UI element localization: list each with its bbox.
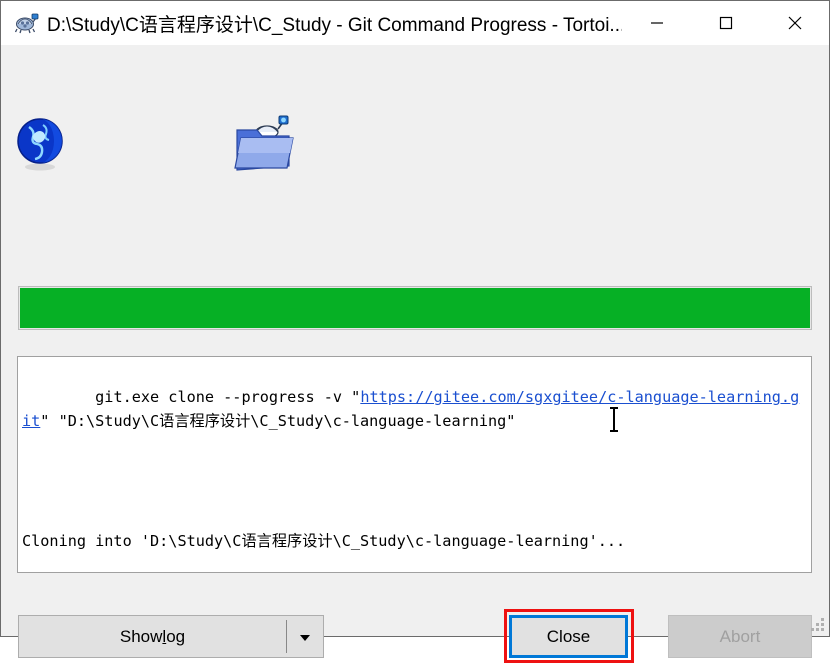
progress-bar-fill bbox=[20, 288, 810, 328]
log-line-command-prefix: git.exe clone --progress -v " bbox=[95, 388, 361, 406]
maximize-button[interactable] bbox=[691, 1, 760, 45]
log-line-blank-1 bbox=[22, 457, 808, 481]
window-controls bbox=[622, 1, 829, 45]
close-window-button[interactable] bbox=[760, 1, 829, 45]
log-output-panel[interactable]: git.exe clone --progress -v "https://git… bbox=[17, 356, 812, 573]
log-line-cloning-into: Cloning into 'D:\Study\C语言程序设计\C_Study\c… bbox=[22, 532, 626, 550]
progress-bar bbox=[18, 286, 812, 330]
title-bar[interactable]: D:\Study\C语言程序设计\C_Study - Git Command P… bbox=[1, 1, 829, 45]
text-cursor-icon bbox=[610, 407, 618, 432]
resize-grip[interactable] bbox=[811, 618, 825, 632]
minimize-icon bbox=[650, 22, 663, 24]
globe-icon bbox=[17, 117, 64, 173]
maximize-icon bbox=[719, 16, 732, 30]
minimize-button[interactable] bbox=[622, 1, 691, 45]
log-line-command-suffix: " "D:\Study\C语言程序设计\C_Study\c-language-l… bbox=[40, 412, 516, 430]
close-icon bbox=[788, 16, 801, 30]
dialog-body: git.exe clone --progress -v "https://git… bbox=[1, 45, 829, 663]
log-output-text: git.exe clone --progress -v "https://git… bbox=[22, 361, 808, 572]
git-command-progress-window: D:\Study\C语言程序设计\C_Study - Git Command P… bbox=[0, 0, 830, 663]
tortoisegit-turtle-icon bbox=[13, 10, 39, 36]
folder-with-turtle-icon bbox=[231, 110, 297, 176]
window-title: D:\Study\C语言程序设计\C_Study - Git Command P… bbox=[47, 14, 622, 36]
